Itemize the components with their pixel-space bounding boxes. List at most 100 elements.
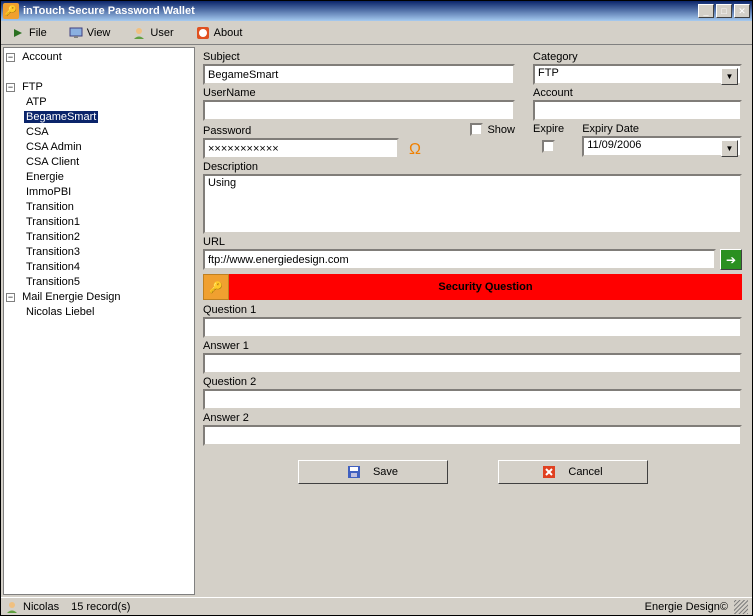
tree-item-label[interactable]: Nicolas Liebel: [24, 306, 96, 318]
answer1-input[interactable]: [203, 353, 742, 374]
status-user: Nicolas: [23, 601, 59, 613]
tree-label-account[interactable]: Account: [20, 51, 64, 63]
tree-item-label[interactable]: Energie: [24, 171, 66, 183]
tree-item[interactable]: ImmoPBI: [24, 185, 192, 200]
status-right-text: Energie Design©: [645, 601, 728, 613]
tree-item[interactable]: ATP: [24, 95, 192, 110]
tree-item[interactable]: Transition1: [24, 215, 192, 230]
cancel-button[interactable]: Cancel: [498, 460, 648, 484]
expiry-label: Expiry Date: [582, 123, 742, 135]
answer2-label: Answer 2: [203, 412, 742, 424]
status-records: 15 record(s): [71, 601, 130, 613]
url-input[interactable]: [203, 249, 716, 270]
show-checkbox-group[interactable]: Show: [470, 123, 515, 136]
category-select[interactable]: FTP: [533, 64, 742, 85]
tree-item[interactable]: CSA Client: [24, 155, 192, 170]
tree-node-ftp[interactable]: − FTP: [6, 80, 192, 95]
play-icon: [11, 26, 25, 40]
key-icon: 🔑: [203, 274, 229, 300]
description-textarea[interactable]: [203, 174, 742, 234]
menu-file-label: File: [29, 27, 47, 39]
minimize-button[interactable]: _: [698, 4, 714, 18]
url-label: URL: [203, 236, 742, 248]
answer1-label: Answer 1: [203, 340, 742, 352]
tree-item[interactable]: Energie: [24, 170, 192, 185]
question2-label: Question 2: [203, 376, 742, 388]
expiry-date-select[interactable]: 11/09/2006: [582, 136, 742, 157]
tree-item[interactable]: Transition: [24, 200, 192, 215]
answer2-input[interactable]: [203, 425, 742, 446]
user-icon: [5, 600, 19, 614]
tree-node-mail[interactable]: − Mail Energie Design: [6, 290, 192, 305]
subject-input[interactable]: [203, 64, 515, 85]
question2-input[interactable]: [203, 389, 742, 410]
tree-item-label[interactable]: CSA Client: [24, 156, 81, 168]
security-banner: 🔑 Security Question: [203, 274, 742, 300]
security-banner-text: Security Question: [229, 281, 742, 293]
user-icon: [132, 26, 146, 40]
tree-item-label[interactable]: Transition3: [24, 246, 82, 258]
tree-item[interactable]: Transition5: [24, 275, 192, 290]
cancel-label: Cancel: [568, 466, 602, 478]
tree-item-label[interactable]: CSA Admin: [24, 141, 84, 153]
collapse-icon[interactable]: −: [6, 53, 15, 62]
main-area: − Account − FTP ATP BegameSmart CSA CSA Adm…: [1, 45, 752, 597]
menu-user-label: User: [150, 27, 173, 39]
tree-item-label[interactable]: CSA: [24, 126, 51, 138]
about-icon: [196, 26, 210, 40]
close-button[interactable]: ✕: [734, 4, 750, 18]
app-icon: 🔑: [3, 3, 19, 19]
question1-label: Question 1: [203, 304, 742, 316]
tree-item-label[interactable]: ImmoPBI: [24, 186, 73, 198]
menu-about[interactable]: About: [192, 24, 247, 42]
tree-label-mail[interactable]: Mail Energie Design: [20, 291, 122, 303]
expiry-value: 11/09/2006: [587, 139, 641, 151]
category-label: Category: [533, 51, 742, 63]
disk-icon: [347, 465, 361, 479]
collapse-icon[interactable]: −: [6, 293, 15, 302]
go-button[interactable]: ➔: [720, 249, 742, 270]
menu-view[interactable]: View: [65, 24, 115, 42]
description-label: Description: [203, 161, 742, 173]
password-input[interactable]: [203, 138, 399, 159]
tree-item-label[interactable]: Transition: [24, 201, 76, 213]
tree-item-label[interactable]: BegameSmart: [24, 111, 98, 123]
form-panel: Subject Category FTP UserName Account Pa…: [197, 45, 752, 597]
monitor-icon: [69, 26, 83, 40]
show-checkbox[interactable]: [470, 123, 483, 136]
cancel-icon: [542, 465, 556, 479]
tree-item[interactable]: Transition2: [24, 230, 192, 245]
tree-item-label[interactable]: Transition4: [24, 261, 82, 273]
tree-item[interactable]: CSA: [24, 125, 192, 140]
maximize-button[interactable]: □: [716, 4, 732, 18]
password-label: Password: [203, 125, 251, 137]
collapse-icon[interactable]: −: [6, 83, 15, 92]
window-title: inTouch Secure Password Wallet: [23, 5, 698, 17]
expire-checkbox[interactable]: [542, 140, 555, 153]
menu-file[interactable]: File: [7, 24, 51, 42]
menu-view-label: View: [87, 27, 111, 39]
status-bar: Nicolas 15 record(s) Energie Design©: [1, 597, 752, 615]
tree-item[interactable]: Transition3: [24, 245, 192, 260]
tree-panel[interactable]: − Account − FTP ATP BegameSmart CSA CSA Adm…: [3, 47, 195, 595]
tree-item-label[interactable]: Transition5: [24, 276, 82, 288]
tree-item[interactable]: Transition4: [24, 260, 192, 275]
category-value: FTP: [538, 67, 559, 79]
account-input[interactable]: [533, 100, 742, 121]
menu-about-label: About: [214, 27, 243, 39]
resize-grip[interactable]: [734, 600, 748, 614]
tree-item-label[interactable]: ATP: [24, 96, 49, 108]
tree-item-label[interactable]: Transition2: [24, 231, 82, 243]
tree-item[interactable]: Nicolas Liebel: [24, 305, 192, 320]
tree-item[interactable]: CSA Admin: [24, 140, 192, 155]
username-input[interactable]: [203, 100, 515, 121]
omega-icon[interactable]: Ω: [405, 141, 425, 159]
question1-input[interactable]: [203, 317, 742, 338]
show-label: Show: [487, 124, 515, 136]
menu-user[interactable]: User: [128, 24, 177, 42]
save-button[interactable]: Save: [298, 460, 448, 484]
tree-item[interactable]: BegameSmart: [24, 110, 192, 125]
tree-item-label[interactable]: Transition1: [24, 216, 82, 228]
tree-node-account[interactable]: − Account: [6, 50, 192, 65]
tree-label-ftp[interactable]: FTP: [20, 81, 45, 93]
